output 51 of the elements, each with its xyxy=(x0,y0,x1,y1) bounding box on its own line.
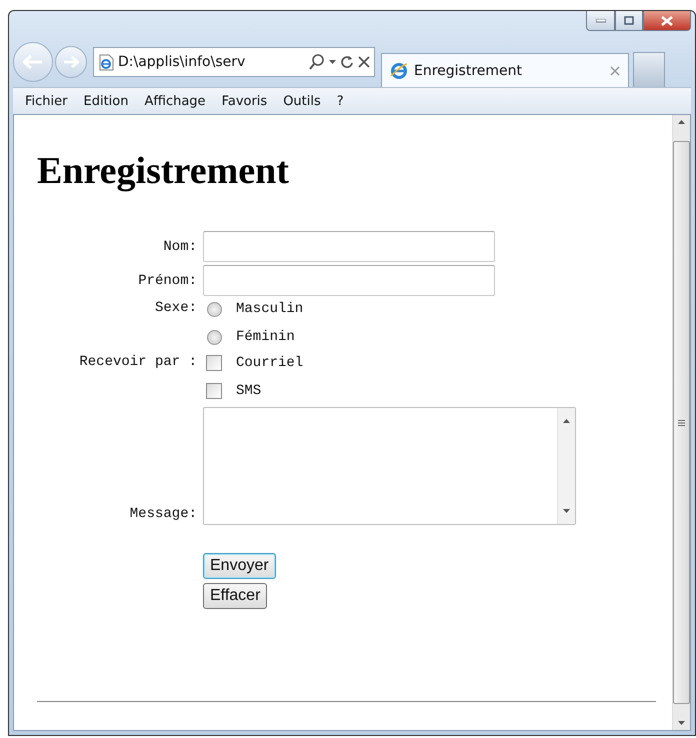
caret-icon[interactable] xyxy=(329,60,336,64)
right-arrow-icon xyxy=(63,56,79,68)
page-icon xyxy=(98,54,114,70)
message-field[interactable] xyxy=(203,407,576,525)
address-bar[interactable]: D:\applis\info\serv xyxy=(93,47,375,77)
field-label: Sexe: xyxy=(154,300,197,316)
forward-button[interactable] xyxy=(55,46,87,78)
form-button[interactable]: Effacer xyxy=(203,583,268,609)
scroll-up-icon[interactable] xyxy=(563,419,570,423)
refresh-icon[interactable] xyxy=(340,55,354,69)
text-field[interactable] xyxy=(203,265,495,296)
search-icon[interactable] xyxy=(309,54,325,70)
maximize-button[interactable] xyxy=(615,11,643,31)
scroll-up-icon[interactable] xyxy=(678,120,685,124)
page-heading: Enregistrement xyxy=(37,149,289,193)
menu-item[interactable]: Affichage xyxy=(138,92,212,110)
close-icon xyxy=(661,16,673,26)
new-tab-button[interactable] xyxy=(633,52,665,87)
option-label: SMS xyxy=(236,383,262,399)
tab-title: Enregistrement xyxy=(414,62,524,78)
minimize-button[interactable] xyxy=(586,11,615,31)
checkbox[interactable] xyxy=(206,383,222,399)
address-text: D:\applis\info\serv xyxy=(118,54,246,70)
menu-item[interactable]: ? xyxy=(330,92,350,110)
option-label: Féminin xyxy=(236,329,295,345)
option-label: Courriel xyxy=(236,355,304,371)
back-button[interactable] xyxy=(13,42,53,82)
maximize-icon xyxy=(624,16,634,25)
close-icon[interactable] xyxy=(610,66,620,76)
field-label: Recevoir par : xyxy=(79,354,197,370)
minimize-icon xyxy=(596,18,606,22)
close-button[interactable] xyxy=(643,11,691,31)
scroll-down-icon[interactable] xyxy=(563,509,570,513)
form-button[interactable]: Envoyer xyxy=(203,553,276,579)
stop-icon[interactable] xyxy=(358,56,370,68)
checkbox[interactable] xyxy=(206,355,222,371)
field-label: Prénom: xyxy=(138,272,197,288)
radio-button[interactable] xyxy=(207,330,222,344)
menu-item[interactable]: Favoris xyxy=(216,92,274,110)
left-arrow-icon xyxy=(23,55,43,69)
radio-button[interactable] xyxy=(207,302,222,316)
field-label: Nom: xyxy=(163,238,197,254)
menu-item[interactable]: Fichier xyxy=(19,92,74,110)
menu-item[interactable]: Edition xyxy=(78,92,134,110)
menu-item[interactable]: Outils xyxy=(277,92,327,110)
option-label: Masculin xyxy=(236,301,304,317)
scroll-down-icon[interactable] xyxy=(678,721,685,725)
browser-logo-icon xyxy=(390,62,408,80)
browser-tab[interactable]: Enregistrement xyxy=(381,53,629,87)
field-label: Message: xyxy=(130,506,197,522)
text-field[interactable] xyxy=(203,231,495,262)
